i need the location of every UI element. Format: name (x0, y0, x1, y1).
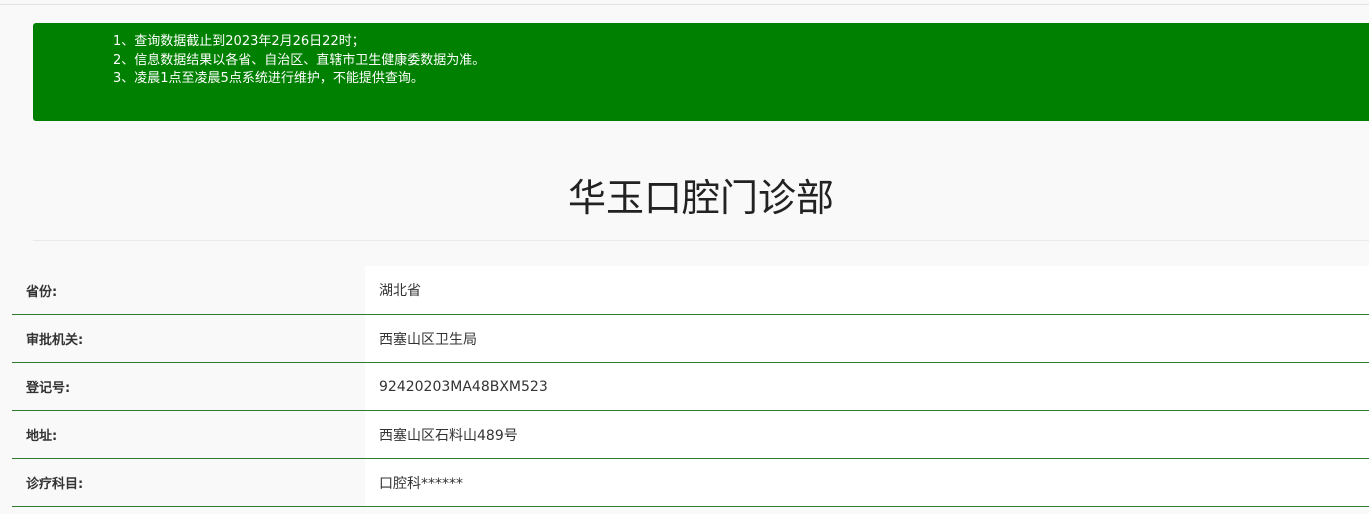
approval-authority-label: 审批机关: (12, 315, 365, 362)
info-row-treatment-subjects: 诊疗科目: 口腔科****** (12, 459, 1369, 507)
info-row-approval-authority: 审批机关: 西塞山区卫生局 (12, 315, 1369, 363)
notice-line-3: 3、凌晨1点至凌晨5点系统进行维护，不能提供查询。 (113, 71, 424, 86)
registration-number-label: 登记号: (12, 363, 365, 410)
page-title: 华玉口腔门诊部 (567, 176, 834, 220)
registration-number-value: 92420203MA48BXM523 (365, 363, 1369, 410)
treatment-subjects-value: 口腔科****** (365, 459, 1369, 506)
treatment-subjects-label: 诊疗科目: (12, 459, 365, 506)
title-divider (33, 240, 1369, 241)
info-row-province: 省份: 湖北省 (12, 266, 1369, 315)
info-row-registration-number: 登记号: 92420203MA48BXM523 (12, 363, 1369, 411)
notice-banner: 1、查询数据截止到2023年2月26日22时； 2、信息数据结果以各省、自治区、… (33, 23, 1369, 121)
province-label: 省份: (12, 266, 365, 314)
notice-line-1: 1、查询数据截止到2023年2月26日22时； (113, 34, 365, 49)
top-divider (0, 0, 1369, 5)
province-value: 湖北省 (365, 266, 1369, 314)
address-value: 西塞山区石料山489号 (365, 411, 1369, 458)
info-row-address: 地址: 西塞山区石料山489号 (12, 411, 1369, 459)
address-label: 地址: (12, 411, 365, 458)
notice-line-2: 2、信息数据结果以各省、自治区、直辖市卫生健康委数据为准。 (113, 52, 486, 68)
approval-authority-value: 西塞山区卫生局 (365, 315, 1369, 362)
info-table: 省份: 湖北省 审批机关: 西塞山区卫生局 登记号: 92420203MA48B… (12, 266, 1369, 507)
